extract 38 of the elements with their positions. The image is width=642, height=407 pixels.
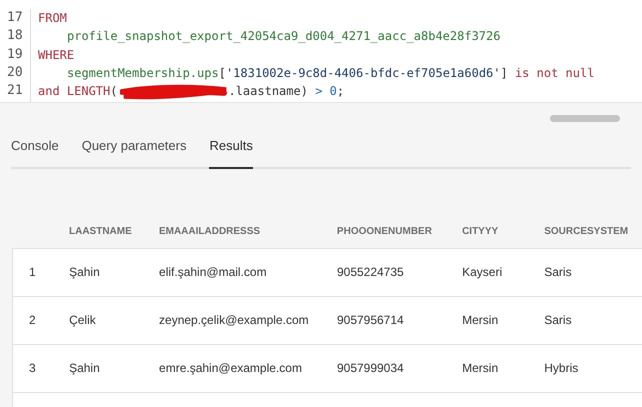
table-cell-text: Çelik bbox=[69, 312, 97, 329]
tab[interactable]: Query parameters bbox=[82, 136, 186, 168]
line-number: 18 bbox=[6, 27, 24, 46]
tab[interactable]: Results bbox=[209, 136, 253, 168]
row-number: 2 bbox=[28, 312, 37, 329]
table-cell-text: 9057999034 bbox=[336, 360, 405, 377]
scrollbar-thumb[interactable] bbox=[550, 115, 620, 122]
column-header: CITYYY bbox=[462, 224, 500, 238]
code-line: segmentMembership.ups['1831002e-9c8d-4406-bfdc-ef705e1a60d6'] is not null bbox=[66, 64, 594, 82]
row-number: 3 bbox=[28, 360, 37, 377]
table-cell-text: 9057956714 bbox=[336, 312, 405, 329]
table-cell-text: zeynep.çelik@example.com bbox=[159, 312, 310, 329]
column-header: PHOOONENUMBER bbox=[336, 224, 433, 238]
table-cell-text: Mersin bbox=[462, 360, 500, 377]
column-header: LAASTNAME bbox=[69, 224, 133, 238]
table-cell-text: Hybris bbox=[544, 360, 580, 377]
line-number: 20 bbox=[6, 64, 24, 82]
code-line: FROM bbox=[38, 10, 68, 27]
line-number: 19 bbox=[6, 46, 24, 64]
code-line: WHERE bbox=[38, 46, 76, 64]
table-cell-text: Şahin bbox=[69, 264, 101, 281]
code-editor[interactable]: 17 18 19 20 21 FROM profile_snapshot_export_42054ca9_d004_4271_aacc_a8b4e28f3726 WHERE segmentMembership.ups['1831002e-9c8d-4406-bfdc-ef705e1a60d6'] is not null and LENGTH( .laastname) > 0; bbox=[0, 0, 642, 103]
table-cell-text: elif.şahin@mail.com bbox=[159, 264, 268, 281]
line-number: 17 bbox=[6, 9, 24, 27]
table-cell-text: Şahin bbox=[69, 360, 101, 377]
table-cell-text: 9055224735 bbox=[336, 264, 405, 281]
column-header: EMAAAILADDRESSS bbox=[158, 224, 262, 238]
table-cell-text: Saris bbox=[544, 312, 573, 329]
code-line: profile_snapshot_export_42054ca9_d004_4271_aacc_a8b4e28f3726 bbox=[66, 28, 502, 46]
tab[interactable]: Console bbox=[11, 136, 59, 168]
table-cell-text: Mersin bbox=[462, 312, 500, 329]
table-cell-text: Saris bbox=[544, 264, 573, 281]
table-cell-text: Kayseri bbox=[462, 264, 504, 281]
row-number: 1 bbox=[28, 264, 37, 281]
table-cell-text: emre.şahin@example.com bbox=[159, 360, 303, 377]
column-header: SOURCESYSTEM bbox=[544, 224, 630, 238]
code-line: and LENGTH( .laastname) > 0; bbox=[38, 82, 346, 100]
line-number: 21 bbox=[6, 82, 24, 100]
